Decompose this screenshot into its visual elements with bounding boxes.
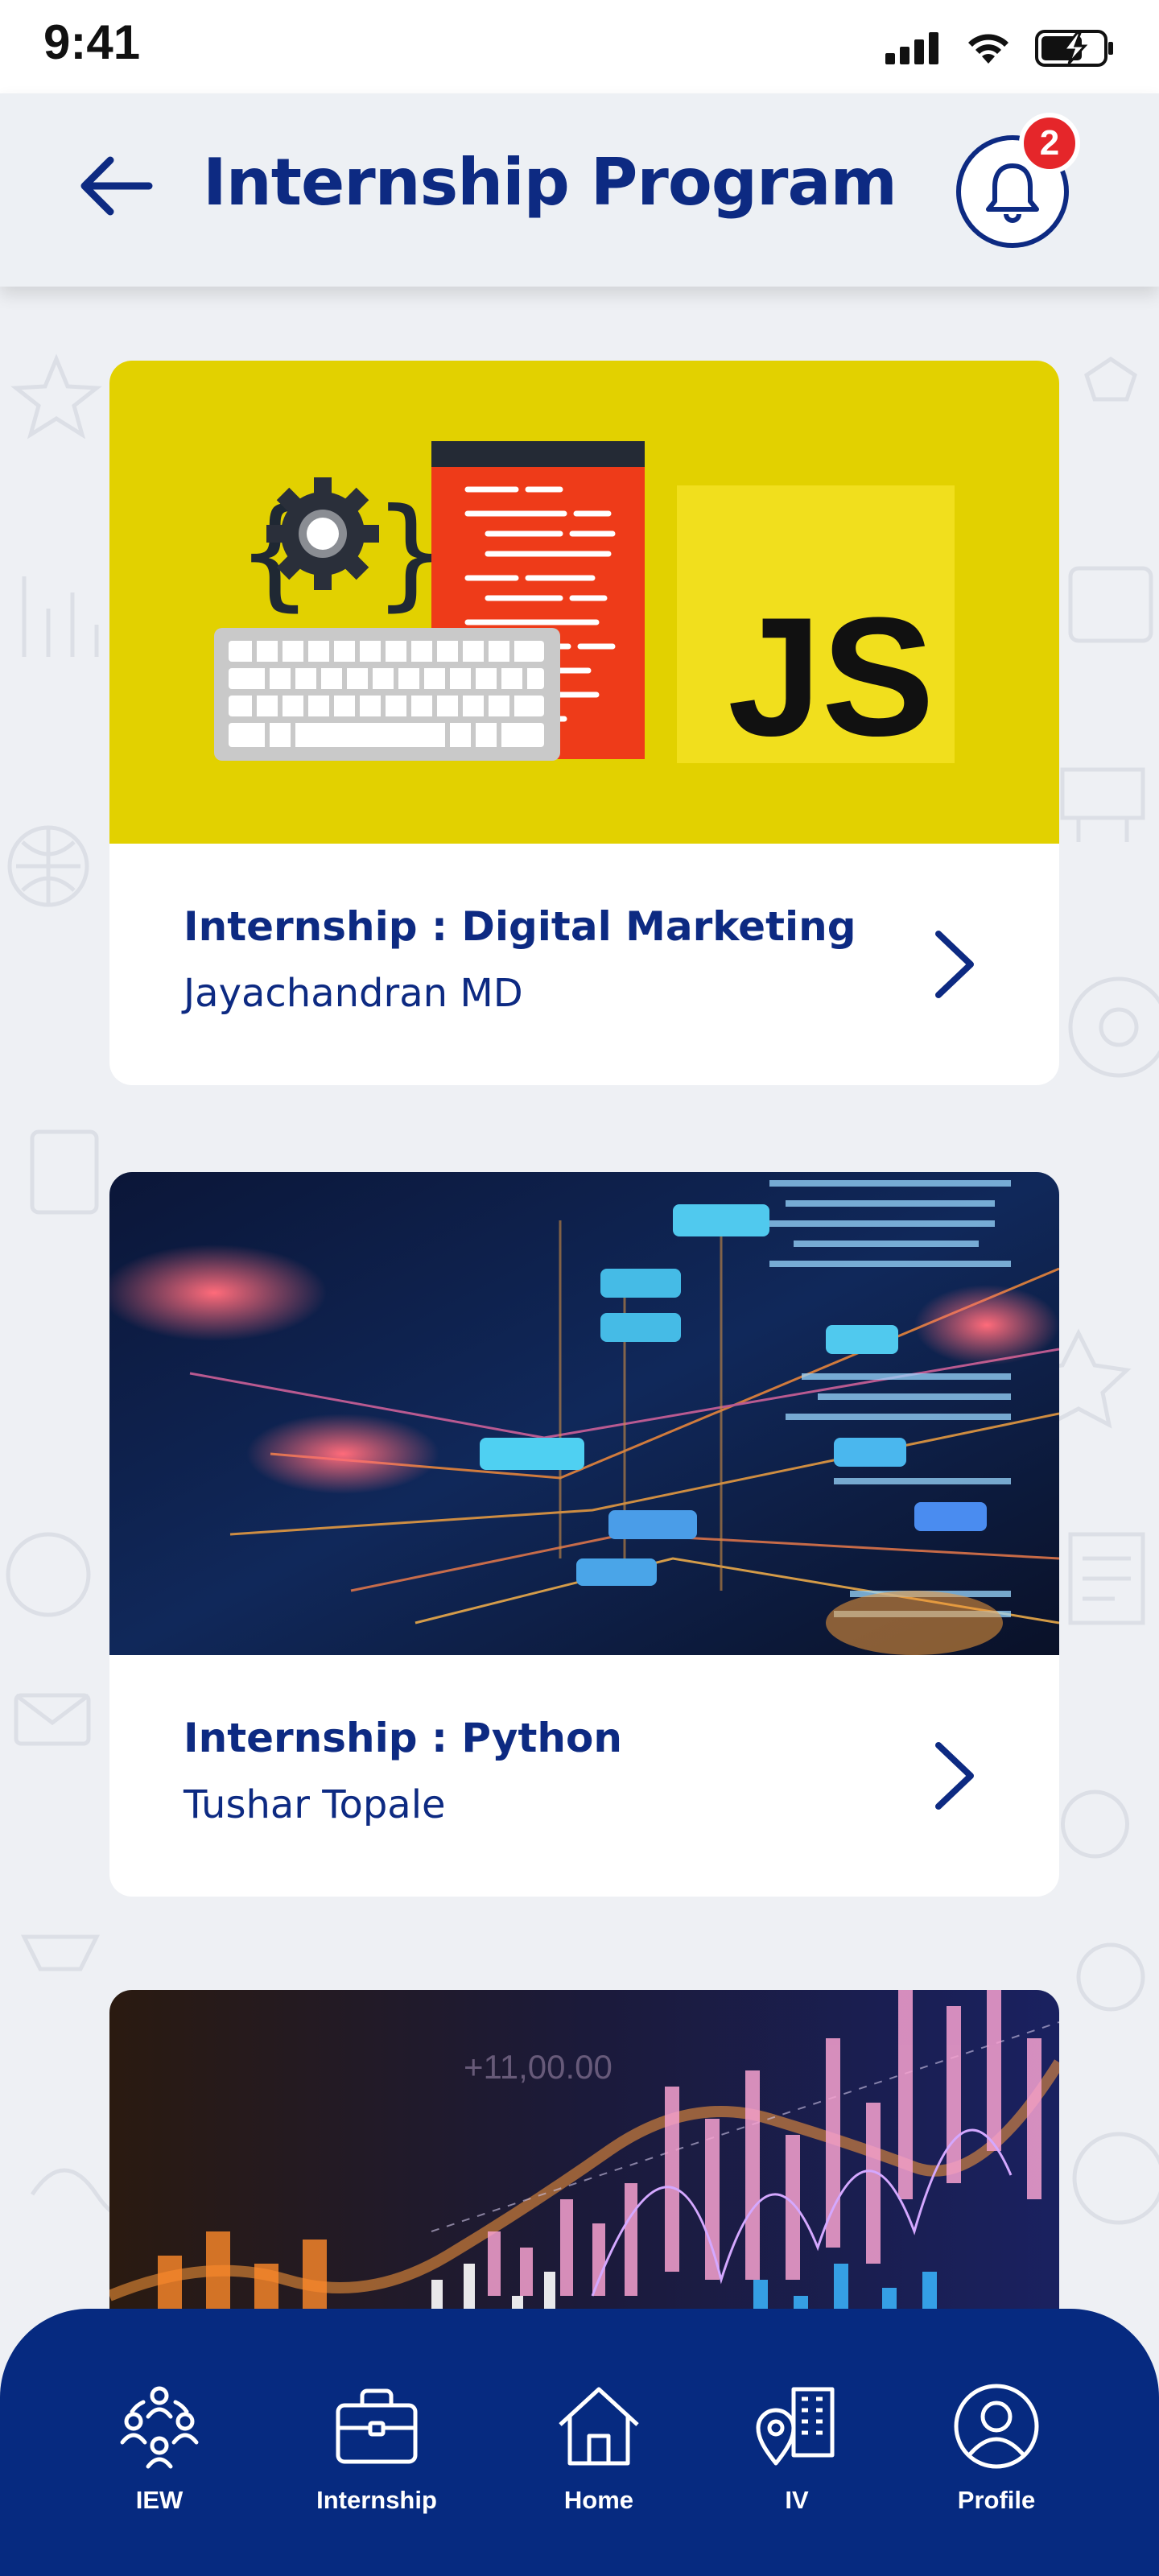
profile-icon <box>954 2384 1039 2469</box>
battery-charging-icon <box>1035 30 1113 67</box>
signal-icon <box>885 32 938 64</box>
nav-item-iew[interactable]: IEW <box>79 2381 240 2542</box>
location-building-icon <box>756 2387 835 2466</box>
bottom-navigation: IEW Internship Home IV Profile <box>0 2309 1159 2576</box>
javascript-illustration: { } JS <box>214 441 955 771</box>
team-icon <box>120 2386 199 2469</box>
js-logo-text: JS <box>728 582 934 771</box>
status-bar: 9:41 <box>0 0 1159 93</box>
status-time: 9:41 <box>43 15 141 69</box>
card-title: Internship : Python <box>184 1715 622 1761</box>
nav-label: Internship <box>316 2486 437 2514</box>
chevron-right-icon <box>935 1742 974 1810</box>
notification-badge: 2 <box>1019 113 1080 174</box>
internship-card[interactable]: Internship : Python Tushar Topale <box>109 1172 1059 1897</box>
arrow-left-icon <box>80 156 153 216</box>
internship-card[interactable]: { } JS Internship: Digital Marketing Ja… <box>109 361 1059 1085</box>
card-body: Internship : Python Tushar Topale <box>109 1655 1059 1897</box>
data-network-illustration <box>109 1172 1059 1655</box>
nav-item-profile[interactable]: Profile <box>916 2381 1077 2542</box>
card-image <box>109 1172 1059 1655</box>
nav-item-internship[interactable]: Internship <box>296 2381 457 2542</box>
card-author: Tushar Topale <box>184 1782 446 1827</box>
home-icon <box>559 2387 639 2466</box>
card-author: Jayachandran MD <box>184 971 523 1016</box>
nav-item-iv[interactable]: IV <box>716 2381 877 2542</box>
page-title: Internship Program <box>203 145 897 220</box>
nav-label: Home <box>563 2486 634 2514</box>
notifications-button[interactable]: 2 <box>956 113 1080 248</box>
app-header: Internship Program 2 <box>0 93 1159 287</box>
status-icons <box>885 24 1116 72</box>
card-image: { } JS <box>109 361 1059 844</box>
briefcase-icon <box>336 2388 418 2464</box>
nav-item-home[interactable]: Home <box>518 2381 679 2542</box>
card-title: Internship : Digital Marketing <box>184 903 856 950</box>
wifi-icon <box>968 34 1008 64</box>
card-body: Internship : Digital Marketing Jayachand… <box>109 844 1059 1085</box>
chevron-right-icon <box>935 931 974 998</box>
chart-price-label: +11,00.00 <box>464 2048 612 2086</box>
nav-label: Profile <box>957 2486 1036 2514</box>
nav-label: IV <box>785 2486 809 2514</box>
back-button[interactable] <box>71 142 159 230</box>
nav-label: IEW <box>135 2486 184 2514</box>
